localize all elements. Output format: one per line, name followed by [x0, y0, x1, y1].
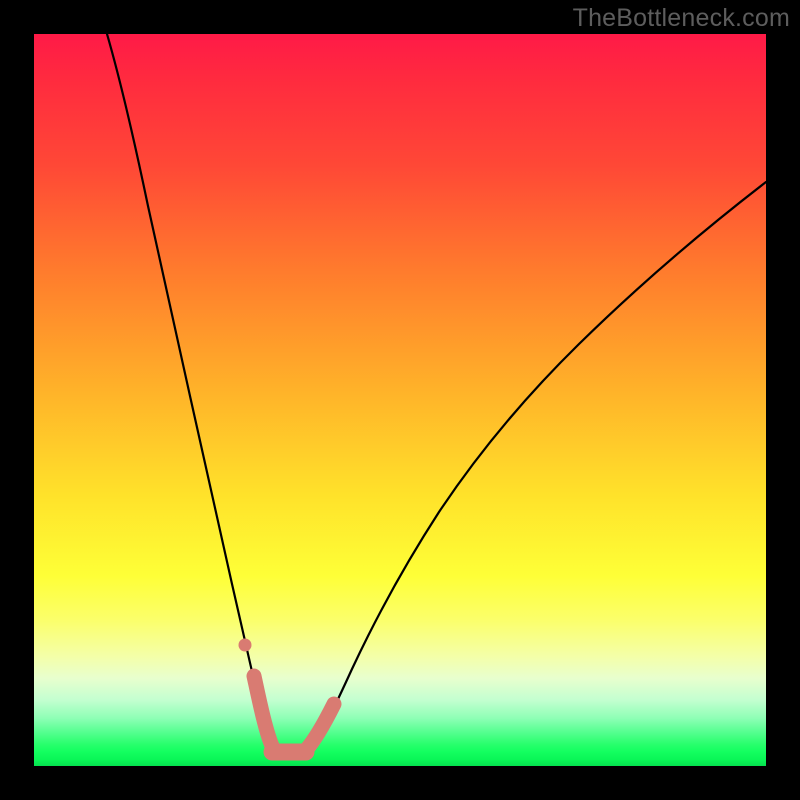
- chart-frame: TheBottleneck.com: [0, 0, 800, 800]
- marker-left-arm: [254, 676, 272, 746]
- bottleneck-curve: [107, 34, 766, 759]
- bottleneck-markers: [239, 639, 335, 753]
- marker-right-arm: [306, 704, 334, 750]
- watermark-text: TheBottleneck.com: [573, 4, 790, 33]
- curve-layer: [34, 34, 766, 766]
- marker-dot-icon: [239, 639, 252, 652]
- plot-area: [34, 34, 766, 766]
